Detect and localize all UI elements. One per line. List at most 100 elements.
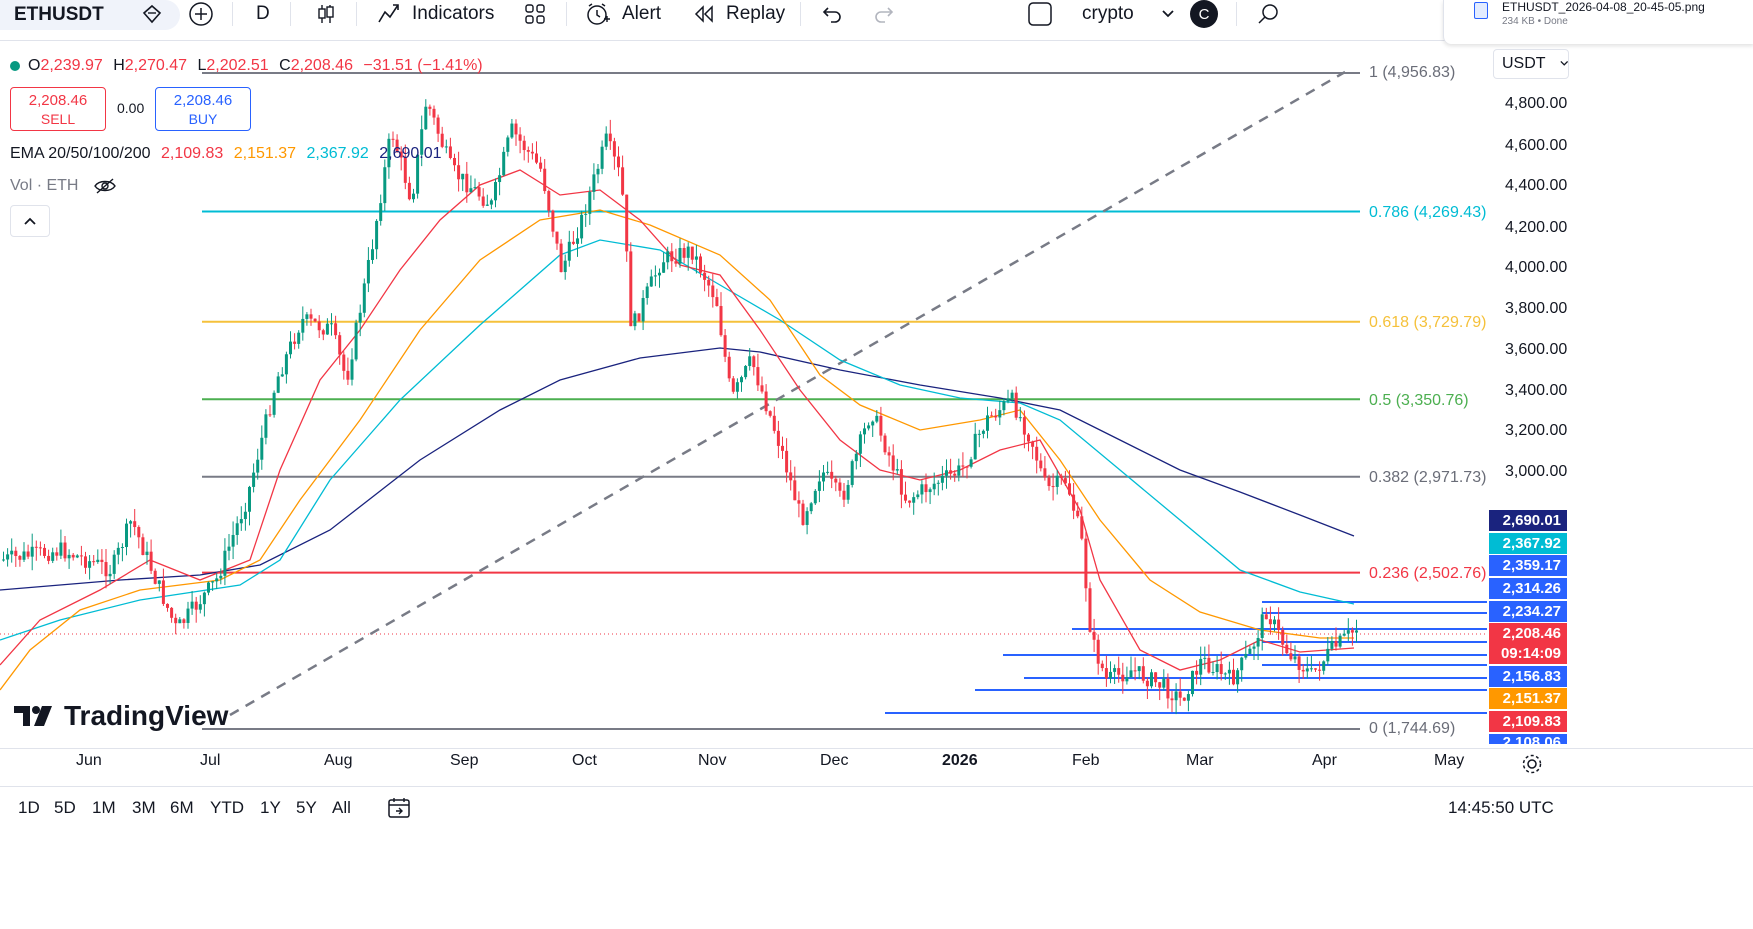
range-button-1m[interactable]: 1M [92, 798, 116, 818]
candle-body [1195, 670, 1199, 675]
interval-button[interactable]: D [256, 0, 270, 28]
candle-body [108, 573, 112, 577]
candle-body [1219, 664, 1223, 675]
candle-body [1355, 630, 1358, 633]
date-range-calendar-icon[interactable] [384, 794, 414, 822]
chevron-down-icon[interactable] [1158, 0, 1178, 28]
avatar[interactable]: C [1190, 0, 1218, 28]
candle-body [678, 247, 682, 264]
candle-body [67, 554, 71, 559]
candle-body [194, 601, 198, 610]
time-tick-label: Feb [1072, 752, 1100, 769]
alert-clock-icon[interactable] [582, 0, 612, 28]
candle-body [120, 547, 124, 549]
range-button-3m[interactable]: 3M [132, 798, 156, 818]
candle-body [1121, 674, 1125, 682]
candle-body [740, 377, 743, 383]
undo-icon[interactable] [818, 0, 846, 28]
candle-body [1084, 538, 1088, 589]
candle-body [1125, 677, 1129, 682]
range-button-all[interactable]: All [332, 798, 351, 818]
utc-clock[interactable]: 14:45:50 UTC [1448, 798, 1554, 818]
download-notification[interactable]: ETHUSDT_2026-04-08_20-45-05.png 234 KB •… [1443, 0, 1753, 44]
candle-body [1051, 486, 1055, 488]
diamond-alert-icon[interactable] [138, 2, 166, 26]
candle-body [79, 555, 83, 557]
price-tick-label: 3,400.00 [1505, 382, 1568, 399]
candle-body [100, 559, 104, 563]
candle-body [998, 410, 1002, 418]
range-button-1y[interactable]: 1Y [260, 798, 281, 818]
candle-body [838, 482, 842, 491]
market-open-dot [10, 60, 20, 71]
candle-body [822, 472, 825, 482]
candle-body [137, 527, 141, 538]
candle-body [1166, 678, 1170, 699]
range-button-5d[interactable]: 5D [54, 798, 76, 818]
candle-body [1186, 694, 1190, 701]
spread-value: 0.00 [117, 100, 145, 116]
range-button-6m[interactable]: 6M [170, 798, 194, 818]
candle-body [59, 542, 63, 556]
candle-body [899, 469, 903, 495]
candle-body [321, 330, 325, 335]
quick-search-icon[interactable] [1254, 0, 1282, 28]
candle-body [834, 478, 838, 483]
candle-body [166, 603, 169, 608]
indicators-icon[interactable] [374, 0, 404, 28]
range-button-1d[interactable]: 1D [18, 798, 40, 818]
templates-grid-icon[interactable] [520, 0, 550, 28]
volume-legend[interactable]: Vol · ETH [10, 177, 117, 195]
alert-button[interactable]: Alert [622, 0, 661, 28]
candle-body [190, 601, 194, 609]
candles-type-icon[interactable] [312, 0, 340, 28]
candle-body [366, 259, 370, 284]
candle-body [1174, 691, 1178, 701]
candle-body [412, 193, 415, 200]
replay-button[interactable]: Replay [726, 0, 785, 28]
indicators-button[interactable]: Indicators [412, 0, 494, 28]
hidden-eye-icon[interactable] [93, 177, 117, 195]
buy-button[interactable]: 2,208.46 BUY [155, 87, 251, 131]
add-symbol-icon[interactable] [186, 0, 216, 28]
chevron-up-icon [24, 217, 36, 225]
range-button-ytd[interactable]: YTD [210, 798, 244, 818]
fib-trend-line [229, 70, 1346, 717]
candle-body [752, 356, 756, 368]
candle-body [1018, 417, 1022, 419]
candle-body [1080, 516, 1084, 539]
candle-body [555, 231, 559, 244]
candle-body [1014, 392, 1018, 418]
layout-square-icon[interactable] [1026, 0, 1054, 28]
candle-body [891, 455, 895, 471]
sell-button[interactable]: 2,208.46 SELL [10, 87, 106, 131]
candle-body [346, 370, 350, 380]
candle-body [961, 465, 965, 467]
range-button-5y[interactable]: 5Y [296, 798, 317, 818]
candle-body [170, 607, 174, 618]
ema50-line [0, 209, 1354, 691]
candle-body [1232, 669, 1235, 685]
fib-level-label: 0.618 (3,729.79) [1369, 314, 1487, 331]
ema-legend[interactable]: EMA 20/50/100/200 2,109.83 2,151.37 2,36… [10, 145, 442, 163]
candle-body [1285, 644, 1289, 654]
settings-gear-icon[interactable] [1518, 750, 1546, 778]
collapse-legend-button[interactable] [10, 205, 50, 237]
candle-body [116, 547, 120, 555]
candle-body [772, 415, 776, 431]
candle-body [535, 153, 538, 163]
fib-level-label: 0.5 (3,350.76) [1369, 392, 1469, 409]
time-axis[interactable] [0, 748, 1753, 783]
candle-body [1203, 657, 1207, 659]
currency-selector[interactable]: USDT [1493, 49, 1569, 79]
replay-rewind-icon[interactable] [690, 0, 718, 28]
candle-body [854, 453, 858, 462]
tradingview-logo[interactable]: TradingView [14, 700, 228, 732]
price-tick-label: 4,000.00 [1505, 259, 1568, 276]
layout-name[interactable]: crypto [1082, 0, 1134, 28]
candle-body [239, 519, 243, 524]
redo-icon[interactable] [870, 0, 898, 28]
candle-body [211, 581, 215, 583]
candle-body [649, 276, 653, 287]
candle-body [313, 318, 317, 322]
